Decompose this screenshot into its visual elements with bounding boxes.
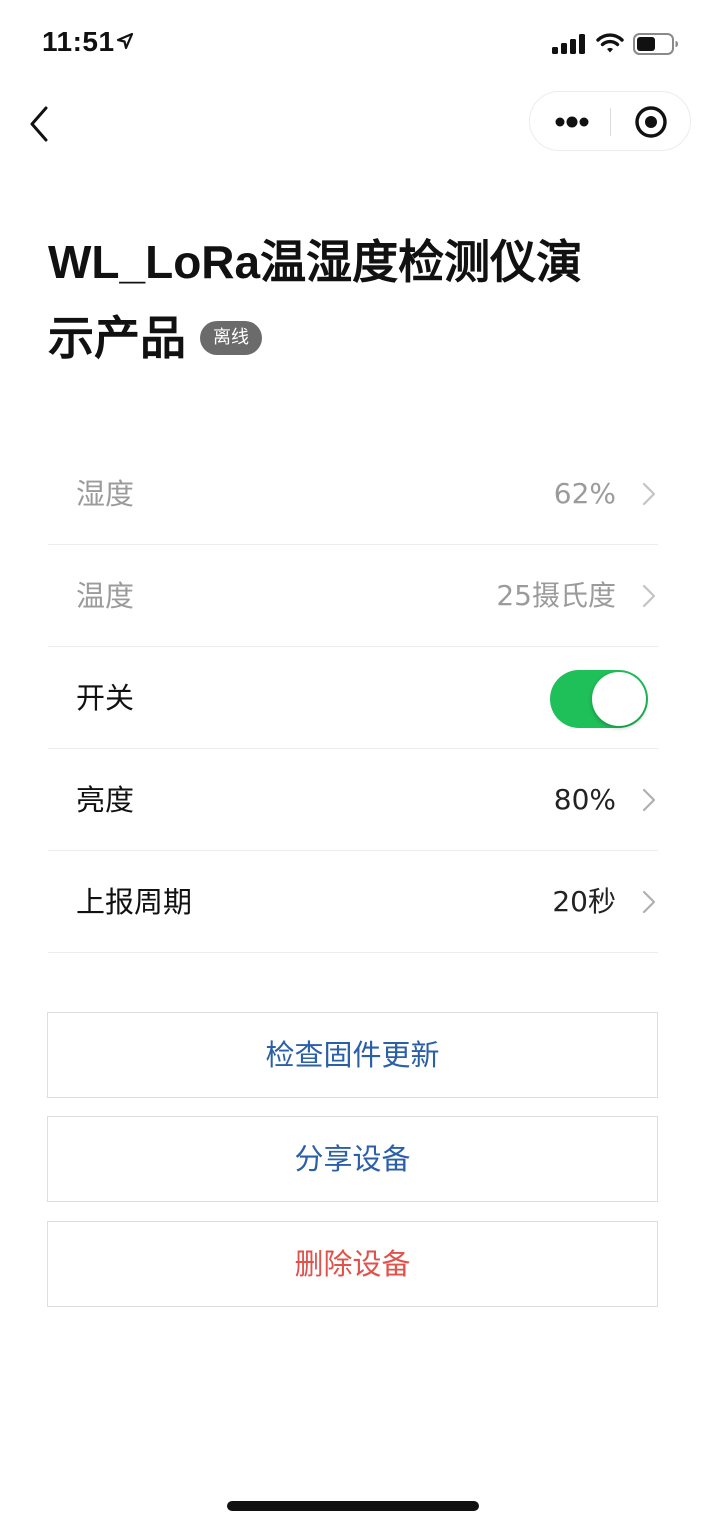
power-toggle[interactable] xyxy=(550,670,648,728)
device-title-line1: WL_LoRa温湿度检测仪演 xyxy=(48,236,583,288)
property-row-report-period[interactable]: 上报周期 20秒 xyxy=(48,851,658,953)
property-value: 62% xyxy=(553,477,616,510)
property-label: 亮度 xyxy=(76,783,135,817)
property-row-switch: 开关 xyxy=(48,647,658,749)
home-indicator xyxy=(227,1501,479,1511)
wifi-icon xyxy=(596,33,624,53)
capsule-divider xyxy=(610,108,611,136)
more-dots-icon[interactable] xyxy=(530,92,610,150)
signal-icon xyxy=(552,34,585,54)
location-arrow-icon xyxy=(116,32,134,50)
target-circle-icon[interactable] xyxy=(612,92,690,150)
status-time: 11:51 xyxy=(42,26,115,57)
property-value: 80% xyxy=(553,783,616,816)
property-row-humidity[interactable]: 湿度 62% xyxy=(48,443,658,545)
status-badge: 离线 xyxy=(200,320,262,355)
property-value: 20秒 xyxy=(552,885,616,918)
property-list: 湿度 62% 温度 25摄氏度 开关 亮度 80% 上报周期 20秒 xyxy=(48,443,658,953)
chevron-right-icon xyxy=(642,788,656,812)
mini-program-capsule xyxy=(529,91,691,151)
back-button[interactable] xyxy=(22,102,58,146)
share-device-button[interactable]: 分享设备 xyxy=(47,1116,658,1202)
property-label: 湿度 xyxy=(76,477,135,511)
property-row-brightness[interactable]: 亮度 80% xyxy=(48,749,658,851)
status-bar: 11:51 xyxy=(0,0,705,88)
device-title: WL_LoRa温湿度检测仪演 示产品 离线 xyxy=(48,224,638,376)
chevron-right-icon xyxy=(642,584,656,608)
property-label: 上报周期 xyxy=(76,885,193,919)
property-value: 25摄氏度 xyxy=(496,579,616,612)
device-title-line2: 示产品 xyxy=(48,312,186,364)
property-row-temperature[interactable]: 温度 25摄氏度 xyxy=(48,545,658,647)
chevron-right-icon xyxy=(642,890,656,914)
toggle-knob xyxy=(592,672,646,726)
property-label: 温度 xyxy=(76,579,135,613)
check-firmware-button[interactable]: 检查固件更新 xyxy=(47,1012,658,1098)
battery-icon xyxy=(633,33,678,55)
property-label: 开关 xyxy=(76,681,135,715)
chevron-right-icon xyxy=(642,482,656,506)
delete-device-button[interactable]: 删除设备 xyxy=(47,1221,658,1307)
